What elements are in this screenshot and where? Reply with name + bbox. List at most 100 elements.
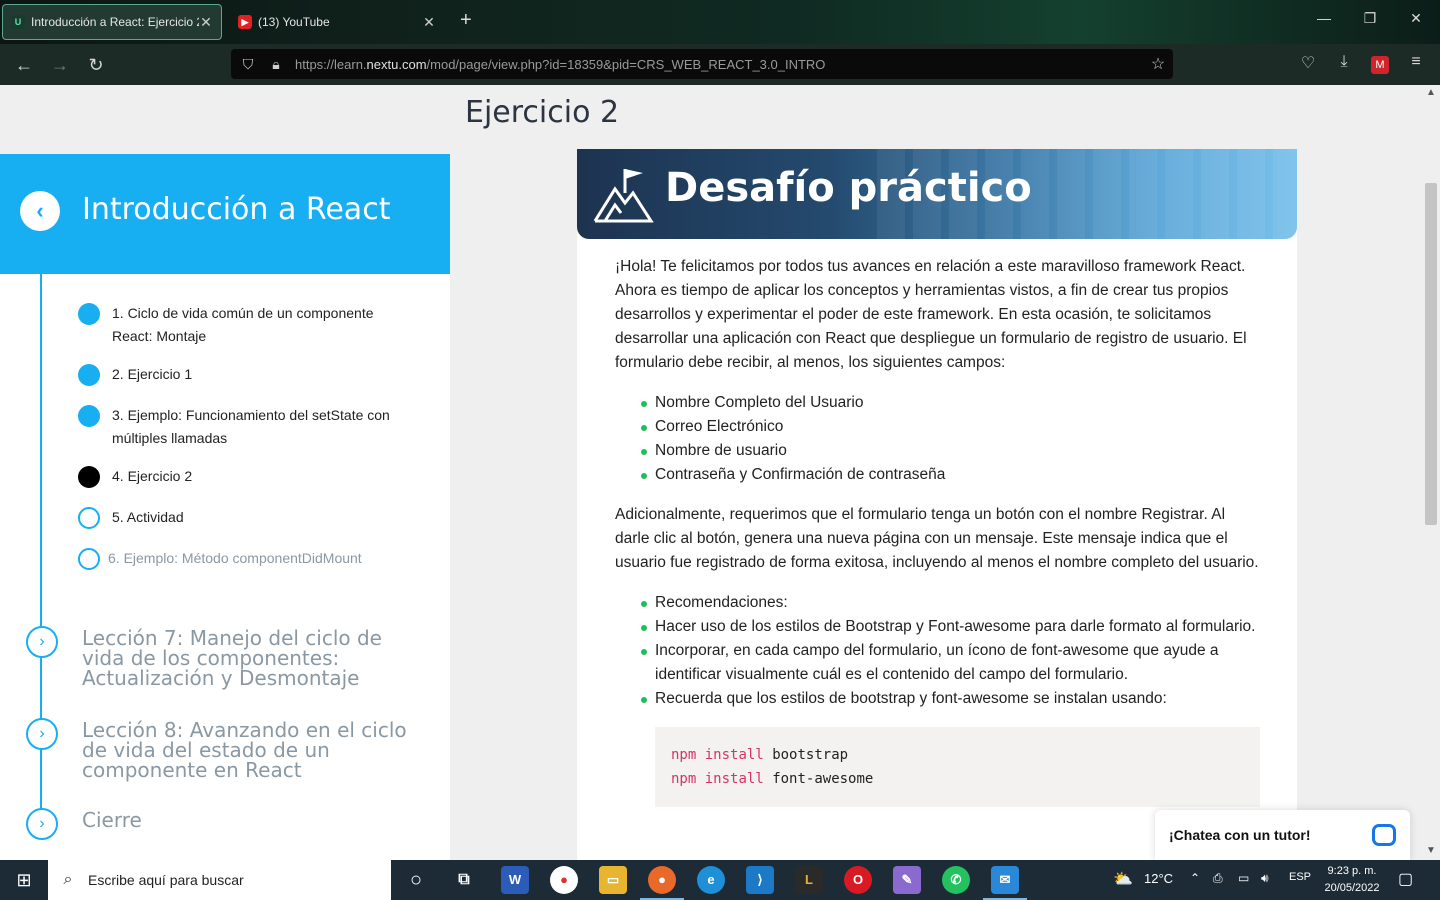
section-label: Lección 7: Manejo del ciclo de vida de l… bbox=[82, 626, 382, 690]
section-cierre[interactable]: › Cierre bbox=[26, 808, 412, 840]
content-card: Desafío práctico ¡Hola! Te felicitamos p… bbox=[577, 149, 1297, 860]
list-item: Correo Electrónico bbox=[641, 415, 1260, 439]
completed-dot-icon bbox=[78, 303, 100, 325]
bookmark-star-icon[interactable]: ☆ bbox=[1143, 54, 1173, 74]
paint-icon[interactable]: ✎ bbox=[893, 866, 921, 894]
chevron-up-icon[interactable]: ⌃ bbox=[1190, 871, 1200, 885]
browser-tab-strip: U Introducción a React: Ejercicio 2 ✕ ▶ … bbox=[0, 0, 1440, 44]
section-label: Cierre bbox=[82, 808, 142, 832]
close-tab-icon[interactable]: ✕ bbox=[422, 14, 436, 31]
youtube-icon: ▶ bbox=[238, 15, 252, 29]
weather-temperature[interactable]: 12°C bbox=[1144, 871, 1173, 886]
list-item: Recuerda que los estilos de bootstrap y … bbox=[641, 687, 1260, 711]
clock-time: 9:23 p. m. bbox=[1327, 865, 1377, 877]
tab-youtube[interactable]: ▶ (13) YouTube ✕ bbox=[230, 4, 444, 40]
recommendations-list: Recomendaciones: Hacer uso de los estilo… bbox=[615, 591, 1260, 711]
code-line: npm install bootstrap bbox=[671, 747, 849, 763]
taskbar-clock[interactable]: 9:23 p. m. 20/05/2022 bbox=[1320, 863, 1384, 897]
nextu-icon: U bbox=[11, 15, 25, 29]
chrome-icon[interactable]: ● bbox=[550, 866, 578, 894]
banner-title: Desafío práctico bbox=[665, 165, 1032, 211]
list-item: Incorporar, en cada campo del formulario… bbox=[641, 639, 1260, 687]
lesson-item-4[interactable]: 4. Ejercicio 2 bbox=[78, 466, 402, 488]
completed-dot-icon bbox=[78, 405, 100, 427]
tab-nextu[interactable]: U Introducción a React: Ejercicio 2 ✕ bbox=[2, 4, 222, 40]
pending-dot-icon bbox=[78, 507, 100, 529]
extension-icon[interactable]: M bbox=[1371, 56, 1389, 74]
restore-button[interactable]: ❐ bbox=[1350, 10, 1390, 27]
whatsapp-icon[interactable]: ✆ bbox=[942, 866, 970, 894]
url-text[interactable]: https://learn.nextu.com/mod/page/view.ph… bbox=[295, 57, 1143, 72]
cortana-icon[interactable]: ○ bbox=[402, 866, 430, 894]
word-icon[interactable]: W bbox=[501, 866, 529, 894]
lesson-label: 4. Ejercicio 2 bbox=[112, 468, 193, 484]
code-block: npm install bootstrap npm install font-a… bbox=[655, 727, 1260, 807]
navigation-bar: ← → ↻ ⛉ 🔒︎ https://learn.nextu.com/mod/p… bbox=[0, 44, 1440, 85]
minimize-button[interactable]: — bbox=[1304, 10, 1344, 26]
lesson-item-3[interactable]: 3. Ejemplo: Funcionamiento del setState … bbox=[78, 405, 402, 450]
lesson-item-5[interactable]: 5. Actividad bbox=[78, 507, 402, 529]
mountain-flag-icon bbox=[593, 169, 654, 223]
file-explorer-icon[interactable]: ▭ bbox=[599, 866, 627, 894]
lesson-label: 1. Ciclo de vida común de un componente … bbox=[112, 305, 374, 344]
page-title: Ejercicio 2 bbox=[465, 95, 620, 130]
windows-start-icon[interactable]: ⊞ bbox=[14, 870, 34, 890]
address-bar[interactable]: ⛉ 🔒︎ https://learn.nextu.com/mod/page/vi… bbox=[231, 49, 1173, 79]
chat-bubble-icon[interactable] bbox=[1372, 824, 1396, 846]
task-view-icon[interactable]: ⧉ bbox=[450, 866, 478, 894]
network-icon[interactable]: ▭ bbox=[1238, 871, 1249, 885]
search-icon: ⌕ bbox=[63, 871, 73, 888]
close-tab-icon[interactable]: ✕ bbox=[199, 14, 213, 31]
section-label: Lección 8: Avanzando en el ciclo de vida… bbox=[82, 718, 407, 782]
pocket-icon[interactable]: ♡ bbox=[1296, 53, 1320, 73]
lesson-item-2[interactable]: 2. Ejercicio 1 bbox=[78, 364, 402, 386]
current-dot-icon bbox=[78, 466, 100, 488]
completed-dot-icon bbox=[78, 364, 100, 386]
new-tab-button[interactable]: + bbox=[460, 9, 472, 32]
download-icon[interactable]: ⤓ bbox=[1332, 53, 1356, 71]
league-icon[interactable]: L bbox=[795, 866, 823, 894]
scrollbar-thumb[interactable] bbox=[1425, 183, 1437, 525]
chat-widget[interactable]: ¡Chatea con un tutor! bbox=[1155, 810, 1410, 860]
challenge-banner: Desafío práctico bbox=[577, 149, 1297, 239]
forward-button[interactable]: → bbox=[47, 52, 73, 78]
weather-icon[interactable]: ⛅ bbox=[1113, 869, 1133, 889]
volume-icon[interactable]: 🔊︎ bbox=[1261, 871, 1269, 886]
course-sidebar: ‹ Introducción a React 1. Ciclo de vida … bbox=[0, 154, 450, 860]
lesson-item-6[interactable]: 6. Ejemplo: Método componentDidMount bbox=[78, 548, 398, 570]
close-window-button[interactable]: ✕ bbox=[1396, 10, 1436, 27]
edge-icon[interactable]: e bbox=[697, 866, 725, 894]
menu-icon[interactable]: ≡ bbox=[1404, 53, 1428, 71]
section-lesson-8[interactable]: › Lección 8: Avanzando en el ciclo de vi… bbox=[26, 718, 412, 780]
mail-icon[interactable]: ✉ bbox=[983, 866, 1027, 900]
tab-label: Introducción a React: Ejercicio 2 bbox=[31, 15, 199, 29]
notifications-icon[interactable]: ▢ bbox=[1398, 869, 1413, 889]
reload-button[interactable]: ↻ bbox=[83, 52, 109, 78]
scroll-down-icon[interactable]: ▼ bbox=[1424, 845, 1438, 856]
intro-paragraph: ¡Hola! Te felicitamos por todos tus avan… bbox=[615, 258, 1247, 371]
challenge-content: ¡Hola! Te felicitamos por todos tus avan… bbox=[615, 255, 1260, 807]
lesson-label: 5. Actividad bbox=[112, 509, 184, 525]
lock-icon[interactable]: 🔒︎ bbox=[265, 56, 287, 73]
back-button[interactable]: ← bbox=[11, 52, 37, 78]
language-indicator[interactable]: ESP bbox=[1289, 871, 1311, 883]
firefox-icon[interactable]: ● bbox=[640, 866, 684, 900]
lesson-label: 6. Ejemplo: Método componentDidMount bbox=[108, 550, 362, 566]
meet-icon[interactable]: ⎙ bbox=[1213, 871, 1223, 886]
page-scrollbar[interactable]: ▲ ▼ bbox=[1422, 85, 1440, 860]
vscode-icon[interactable]: ⟩ bbox=[746, 866, 774, 894]
opera-icon[interactable]: O bbox=[844, 866, 872, 894]
chevron-right-icon[interactable]: › bbox=[26, 808, 58, 840]
chevron-right-icon[interactable]: › bbox=[26, 718, 58, 750]
section-lesson-7[interactable]: › Lección 7: Manejo del ciclo de vida de… bbox=[26, 626, 412, 688]
back-arrow-icon[interactable]: ‹ bbox=[20, 191, 60, 231]
chevron-right-icon[interactable]: › bbox=[26, 626, 58, 658]
lesson-item-1[interactable]: 1. Ciclo de vida común de un componente … bbox=[78, 303, 402, 348]
page-viewport: Ejercicio 2 ‹ Introducción a React 1. Ci… bbox=[0, 85, 1440, 860]
pending-dot-icon bbox=[78, 548, 100, 570]
chat-label: ¡Chatea con un tutor! bbox=[1169, 827, 1311, 843]
list-item: Nombre de usuario bbox=[641, 439, 1260, 463]
shield-icon[interactable]: ⛉ bbox=[237, 56, 259, 73]
taskbar-search[interactable]: ⌕ Escribe aquí para buscar bbox=[48, 860, 391, 900]
scroll-up-icon[interactable]: ▲ bbox=[1424, 87, 1438, 98]
